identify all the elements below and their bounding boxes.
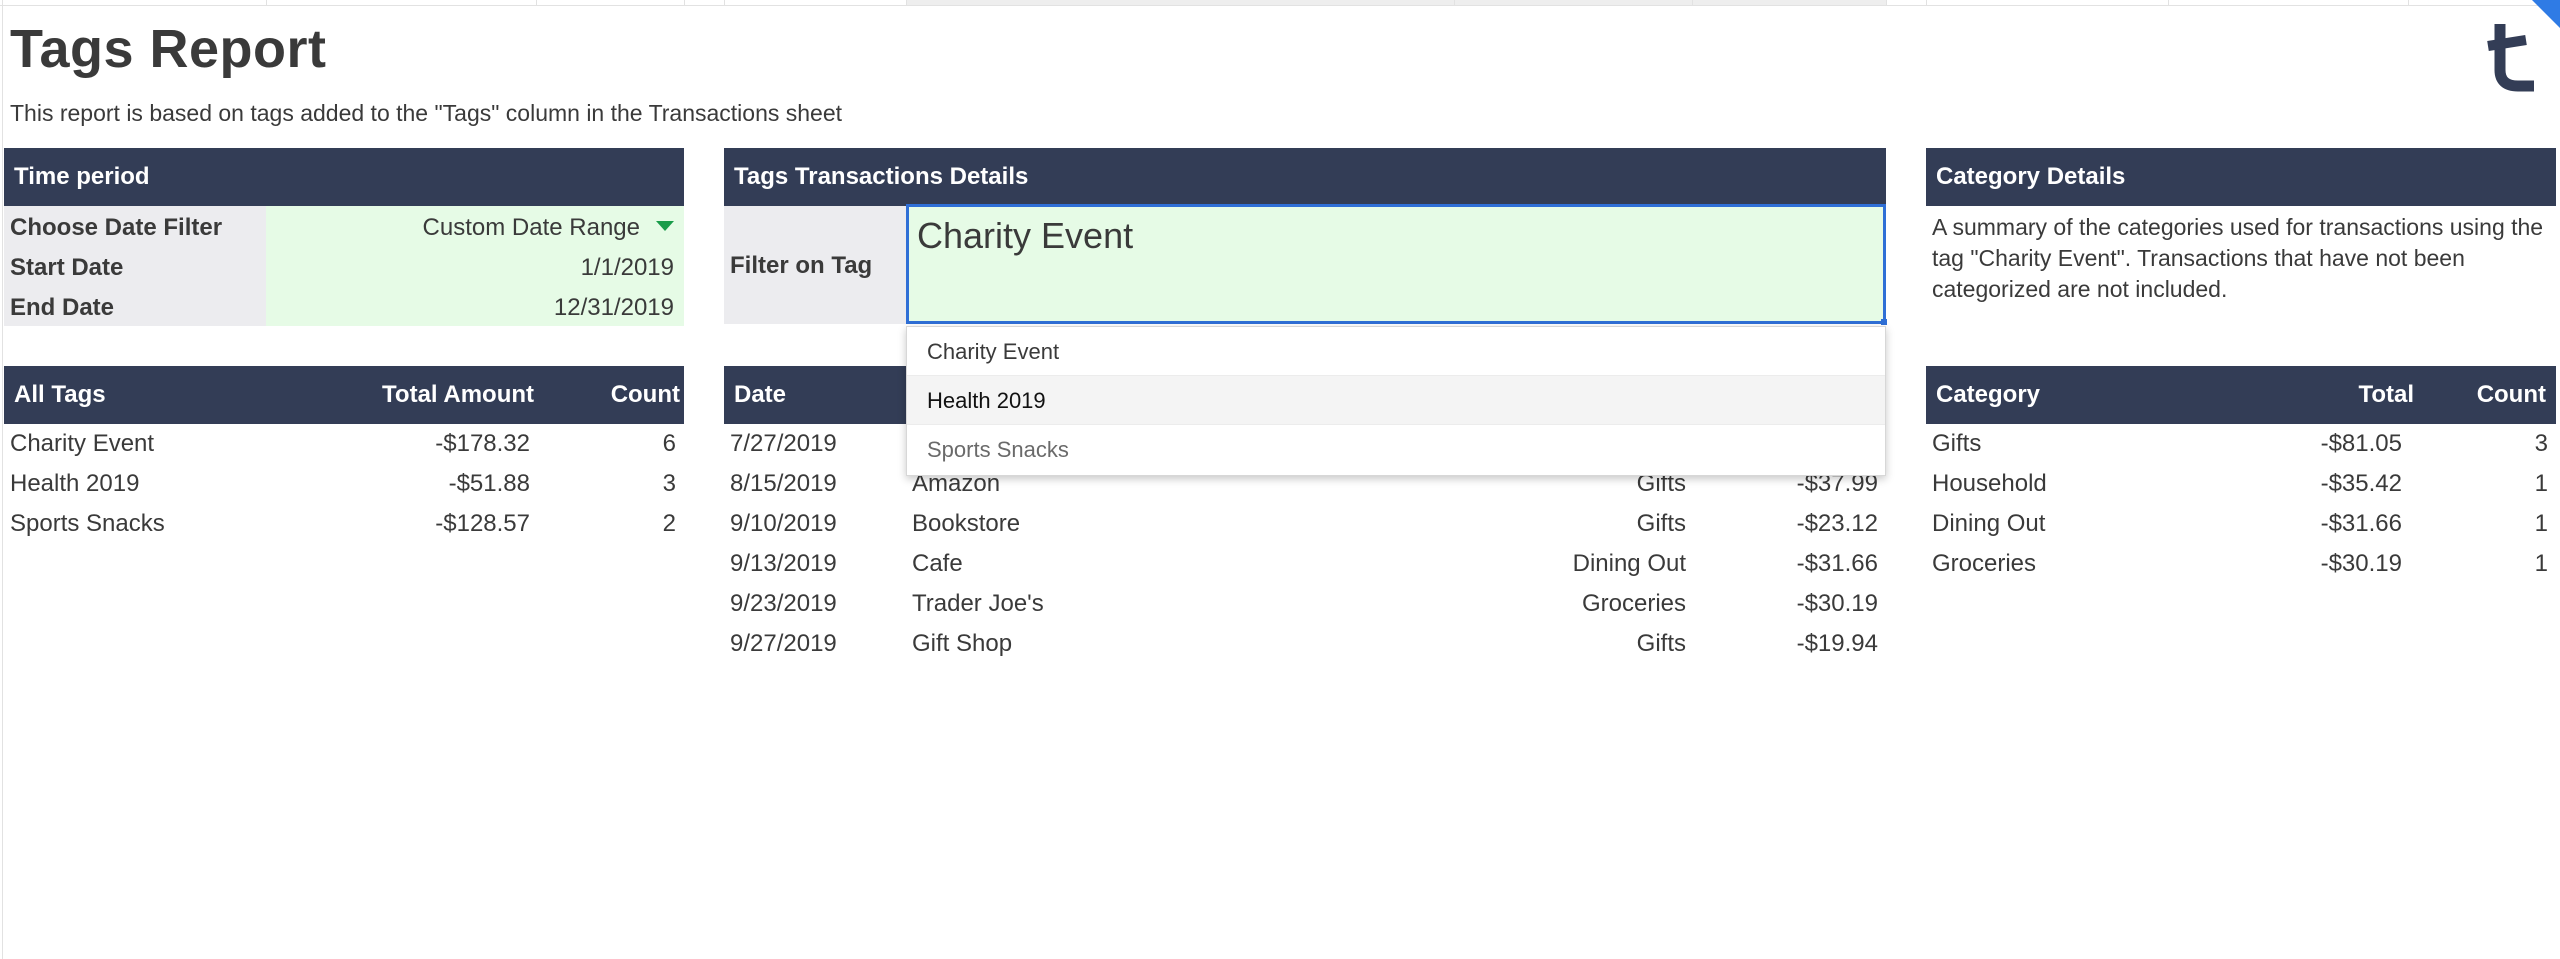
gridline (2168, 0, 2169, 6)
transaction-category[interactable]: Gifts (1460, 504, 1686, 544)
transaction-date[interactable]: 9/13/2019 (730, 544, 837, 584)
category-row-name[interactable]: Gifts (1932, 424, 1981, 464)
row-gridline (0, 0, 3, 959)
fill-handle[interactable] (1881, 319, 1887, 325)
category-row-total[interactable]: -$81.05 (2176, 424, 2402, 464)
category-row-count[interactable]: 1 (2420, 464, 2548, 504)
tag-details-header-label: Tags Transactions Details (734, 163, 1029, 190)
transactions-col-date: Date (734, 381, 787, 408)
category-row-name[interactable]: Dining Out (1932, 504, 2045, 544)
category-table-header: Category Total Count (1926, 366, 2556, 424)
category-row-count[interactable]: 1 (2420, 544, 2548, 584)
dropdown-option-health-2019[interactable]: Health 2019 (907, 376, 1885, 425)
all-tags-header: All Tags Total Amount Count (4, 366, 684, 424)
category-row-count[interactable]: 3 (2420, 424, 2548, 464)
transaction-date[interactable]: 8/15/2019 (730, 464, 837, 504)
all-tags-row-count[interactable]: 6 (540, 424, 676, 464)
filter-tag-value: Charity Event (917, 215, 1134, 256)
date-filter-value: Custom Date Range (422, 214, 640, 241)
category-details-description: A summary of the categories used for tra… (1932, 214, 2544, 302)
end-date-label: End Date (10, 294, 115, 321)
transaction-amount[interactable]: -$19.94 (1700, 624, 1878, 664)
category-row-name[interactable]: Household (1932, 464, 2047, 504)
transaction-date[interactable]: 9/23/2019 (730, 584, 837, 624)
tag-details-header: Tags Transactions Details (724, 148, 1886, 206)
all-tags-row-tag[interactable]: Health 2019 (10, 464, 139, 504)
transaction-date[interactable]: 9/27/2019 (730, 624, 837, 664)
category-row-name[interactable]: Groceries (1932, 544, 2036, 584)
column-gridlines (0, 0, 2560, 6)
date-filter-select[interactable]: Custom Date Range (266, 208, 674, 248)
transaction-merchant[interactable]: Trader Joe's (912, 584, 1044, 624)
all-tags-row-amount[interactable]: -$51.88 (304, 464, 530, 504)
all-tags-row-tag[interactable]: Sports Snacks (10, 504, 165, 544)
time-period-header-label: Time period (14, 163, 150, 190)
all-tags-col-tag: All Tags (14, 381, 106, 408)
gridline (266, 0, 267, 6)
transaction-amount[interactable]: -$30.19 (1700, 584, 1878, 624)
spreadsheet-page: Tags Report This report is based on tags… (0, 0, 2560, 959)
all-tags-row-amount[interactable]: -$178.32 (304, 424, 530, 464)
start-date-label: Start Date (10, 254, 124, 281)
category-details-header: Category Details (1926, 148, 2556, 206)
filter-tag-input[interactable]: Charity Event (906, 204, 1887, 325)
all-tags-row-tag[interactable]: Charity Event (10, 424, 154, 464)
transaction-merchant[interactable]: Gift Shop (912, 624, 1012, 664)
category-row-count[interactable]: 1 (2420, 504, 2548, 544)
category-row-total[interactable]: -$30.19 (2176, 544, 2402, 584)
gridline (1692, 0, 1693, 6)
gridline (1454, 0, 1455, 6)
category-col-total: Total (2358, 381, 2414, 408)
category-col-count: Count (2476, 381, 2546, 408)
gridline (1926, 0, 1927, 6)
time-period-header: Time period (4, 148, 684, 206)
transaction-amount[interactable]: -$31.66 (1700, 544, 1878, 584)
tag-dropdown-menu: Charity Event Health 2019 Sports Snacks (906, 326, 1886, 476)
transaction-date[interactable]: 9/10/2019 (730, 504, 837, 544)
report-subtitle: This report is based on tags added to th… (10, 100, 843, 126)
gridline (536, 0, 537, 6)
gridline (906, 0, 907, 6)
all-tags-row-count[interactable]: 2 (540, 504, 676, 544)
all-tags-row-amount[interactable]: -$128.57 (304, 504, 530, 544)
selected-column-range (906, 0, 1886, 5)
tiller-t-logo-icon (2487, 24, 2534, 92)
gridline (1886, 0, 1887, 6)
report-title: Tags Report (10, 19, 327, 79)
transaction-category[interactable]: Groceries (1460, 584, 1686, 624)
all-tags-col-amount: Total Amount (382, 381, 534, 408)
category-details-header-label: Category Details (1936, 163, 2126, 190)
transaction-date[interactable]: 7/27/2019 (730, 424, 837, 464)
start-date-value[interactable]: 1/1/2019 (266, 248, 674, 288)
gridline (2408, 0, 2409, 6)
transaction-merchant[interactable]: Cafe (912, 544, 963, 584)
category-row-total[interactable]: -$35.42 (2176, 464, 2402, 504)
dropdown-option-charity-event[interactable]: Charity Event (907, 327, 1885, 376)
all-tags-row-count[interactable]: 3 (540, 464, 676, 504)
gridline (724, 0, 725, 6)
end-date-value[interactable]: 12/31/2019 (266, 288, 674, 328)
transaction-category[interactable]: Gifts (1460, 624, 1686, 664)
filter-on-tag-label: Filter on Tag (730, 252, 873, 279)
dropdown-caret-icon[interactable] (656, 220, 674, 231)
gridline (684, 0, 685, 6)
date-filter-label: Choose Date Filter (10, 214, 223, 241)
transaction-category[interactable]: Dining Out (1460, 544, 1686, 584)
transaction-amount[interactable]: -$23.12 (1700, 504, 1878, 544)
dropdown-option-sports-snacks[interactable]: Sports Snacks (907, 425, 1885, 474)
category-col-category: Category (1936, 381, 2041, 408)
corner-indicator (2532, 0, 2560, 28)
category-row-total[interactable]: -$31.66 (2176, 504, 2402, 544)
all-tags-col-count: Count (610, 381, 680, 408)
transaction-merchant[interactable]: Bookstore (912, 504, 1020, 544)
